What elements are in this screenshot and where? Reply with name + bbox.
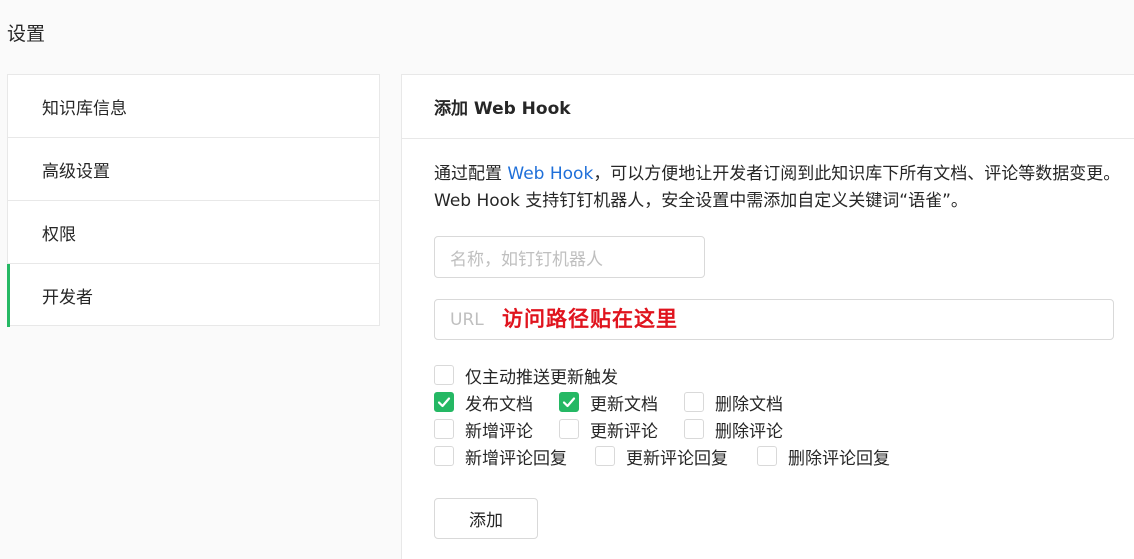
checkbox-row-comment: 新增评论 更新评论 删除评论	[434, 417, 783, 442]
checkbox-new-reply[interactable]: 新增评论回复	[434, 444, 595, 469]
checkbox-row-doc: 发布文档 更新文档 删除文档	[434, 390, 783, 415]
sidebar-item-label: 高级设置	[42, 161, 110, 182]
checkbox-label: 更新文档	[590, 394, 658, 415]
check-icon	[437, 397, 451, 408]
checkbox-delete-reply[interactable]: 删除评论回复	[757, 444, 890, 469]
webhook-panel: 添加 Web Hook 通过配置 Web Hook，可以方便地让开发者订阅到此知…	[401, 74, 1134, 559]
sidebar-item-advanced[interactable]: 高级设置	[8, 138, 379, 201]
sidebar-item-permissions[interactable]: 权限	[8, 201, 379, 264]
check-icon	[562, 397, 576, 408]
checkbox-label: 删除评论	[715, 421, 783, 442]
checkbox-box[interactable]	[595, 446, 615, 466]
checkbox-active-push-only[interactable]: 仅主动推送更新触发	[434, 363, 618, 388]
checkbox-update-reply[interactable]: 更新评论回复	[595, 444, 757, 469]
checkbox-label: 删除文档	[715, 394, 783, 415]
sidebar-item-developer[interactable]: 开发者	[7, 264, 379, 327]
checkbox-box[interactable]	[757, 446, 777, 466]
checkbox-publish-doc[interactable]: 发布文档	[434, 390, 559, 415]
checkbox-box-checked[interactable]	[434, 392, 454, 412]
checkbox-box-checked[interactable]	[559, 392, 579, 412]
page-title: 设置	[7, 23, 46, 45]
webhook-description: 通过配置 Web Hook，可以方便地让开发者订阅到此知识库下所有文档、评论等数…	[434, 161, 1124, 215]
sidebar-item-repo-info[interactable]: 知识库信息	[8, 75, 379, 138]
checkbox-update-doc[interactable]: 更新文档	[559, 390, 684, 415]
checkbox-new-comment[interactable]: 新增评论	[434, 417, 559, 442]
checkbox-row-reply: 新增评论回复 更新评论回复 删除评论回复	[434, 444, 890, 469]
checkbox-update-comment[interactable]: 更新评论	[559, 417, 684, 442]
checkbox-row-push: 仅主动推送更新触发	[434, 363, 618, 388]
webhook-link[interactable]: Web Hook	[507, 164, 593, 184]
checkbox-box[interactable]	[434, 365, 454, 385]
checkbox-label: 发布文档	[465, 394, 533, 415]
sidebar-item-label: 开发者	[42, 288, 93, 308]
description-prefix: 通过配置	[434, 164, 508, 184]
url-input-placeholder: URL	[450, 309, 484, 330]
checkbox-box[interactable]	[684, 392, 704, 412]
add-button[interactable]: 添加	[434, 498, 538, 539]
panel-title: 添加 Web Hook	[402, 75, 1134, 139]
checkbox-box[interactable]	[434, 419, 454, 439]
name-input-placeholder: 名称，如钉钉机器人	[450, 249, 603, 270]
checkbox-label: 更新评论回复	[626, 448, 728, 469]
name-input[interactable]: 名称，如钉钉机器人	[434, 236, 705, 278]
url-annotation: 访问路径贴在这里	[502, 307, 678, 331]
sidebar-item-label: 权限	[42, 224, 76, 245]
checkbox-delete-doc[interactable]: 删除文档	[684, 390, 783, 415]
checkbox-box[interactable]	[559, 419, 579, 439]
checkbox-box[interactable]	[434, 446, 454, 466]
checkbox-box[interactable]	[684, 419, 704, 439]
checkbox-delete-comment[interactable]: 删除评论	[684, 417, 783, 442]
checkbox-label: 新增评论回复	[465, 448, 567, 469]
checkbox-label: 删除评论回复	[788, 448, 890, 469]
checkbox-label: 更新评论	[590, 421, 658, 442]
sidebar-item-label: 知识库信息	[42, 98, 127, 119]
checkbox-label: 仅主动推送更新触发	[465, 367, 618, 388]
checkbox-label: 新增评论	[465, 421, 533, 442]
sidebar: 知识库信息 高级设置 权限 开发者	[7, 74, 380, 327]
